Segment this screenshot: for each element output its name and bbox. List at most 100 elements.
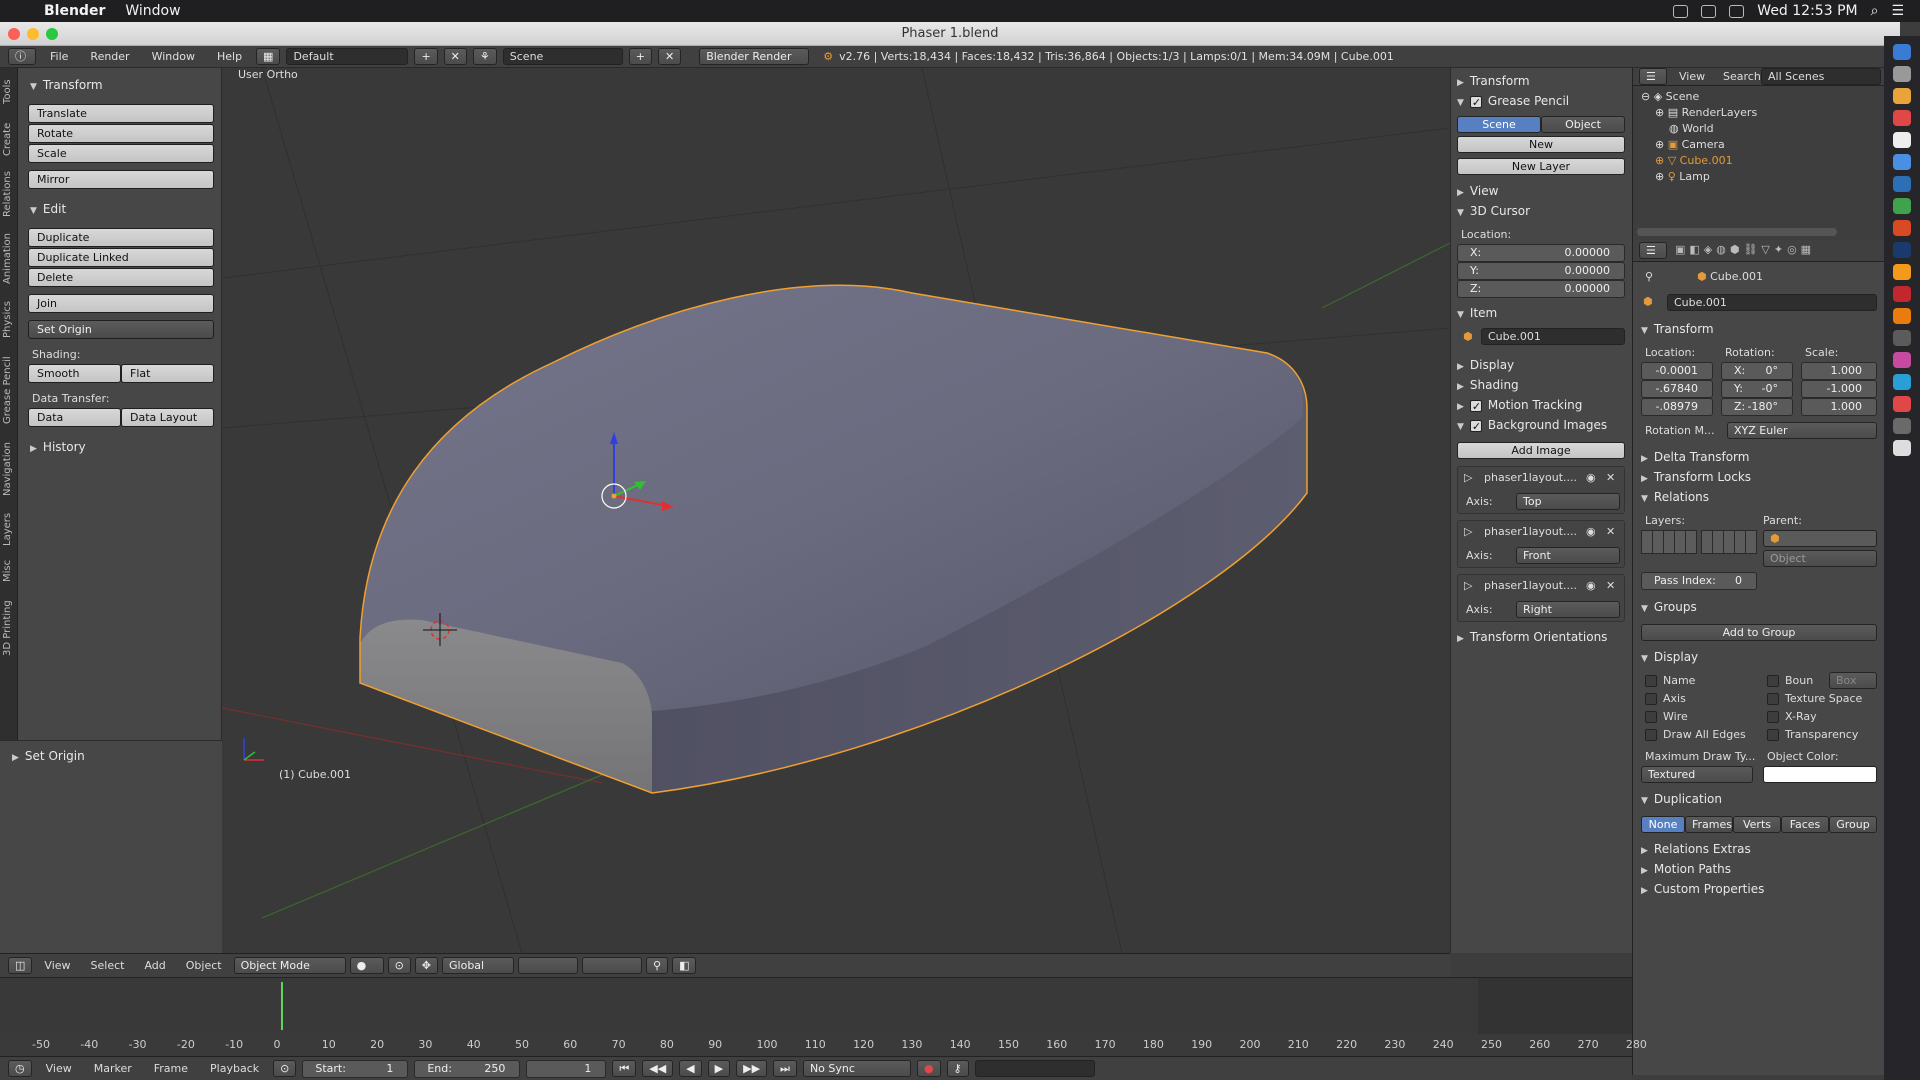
- chrome-icon[interactable]: [1893, 110, 1911, 126]
- clock[interactable]: Wed 12:53 PM: [1757, 3, 1857, 19]
- groups-header[interactable]: ▼ Groups: [1641, 598, 1697, 616]
- expand-icon[interactable]: ▷: [1464, 579, 1472, 592]
- minimize-window-icon[interactable]: [27, 28, 39, 40]
- render-menu[interactable]: Render: [82, 50, 137, 63]
- pivot-icon[interactable]: ⊙: [387, 957, 411, 974]
- axis-select[interactable]: Right: [1516, 601, 1620, 618]
- launchpad-icon[interactable]: [1893, 66, 1911, 82]
- sync-select[interactable]: No Sync: [802, 1060, 911, 1077]
- layers-grid-2[interactable]: [582, 957, 643, 974]
- rotate-button[interactable]: Rotate: [28, 124, 214, 143]
- duplicate-button[interactable]: Duplicate: [28, 228, 214, 247]
- add-to-group-button[interactable]: Add to Group: [1641, 624, 1877, 641]
- draw-all-edges-checkbox[interactable]: Draw All Edges: [1645, 728, 1746, 741]
- display-panel-header[interactable]: ▶ Display: [1457, 356, 1627, 374]
- outliner-renderlayers[interactable]: ⊕ ▤ RenderLayers: [1655, 106, 1757, 119]
- transform-locks-header[interactable]: ▶ Transform Locks: [1641, 468, 1751, 486]
- preview-range-icon[interactable]: ⊙: [273, 1060, 297, 1077]
- name-checkbox[interactable]: Name: [1645, 674, 1695, 687]
- tab-animation[interactable]: Animation: [2, 228, 16, 290]
- calendar-icon[interactable]: [1893, 396, 1911, 412]
- grease-pencil-header[interactable]: ▼Grease Pencil: [1457, 92, 1627, 112]
- eye-icon[interactable]: ◉: [1586, 525, 1596, 538]
- timeline-area[interactable]: [0, 978, 1632, 1034]
- set-origin-select[interactable]: Set Origin: [28, 320, 214, 339]
- add-scene-icon[interactable]: +: [628, 48, 652, 65]
- location-z-field[interactable]: -.08979: [1641, 398, 1713, 416]
- n-transform-header[interactable]: ▶ Transform: [1457, 72, 1627, 90]
- window-menu[interactable]: Window: [125, 3, 180, 19]
- object-color-swatch[interactable]: [1763, 766, 1877, 783]
- blender-icon[interactable]: [1893, 308, 1911, 324]
- help-menu[interactable]: Help: [209, 50, 250, 63]
- prev-keyframe-icon[interactable]: ◀◀: [642, 1060, 674, 1077]
- illustrator-icon[interactable]: [1893, 264, 1911, 280]
- motion-tracking-header[interactable]: ▶Motion Tracking: [1457, 396, 1627, 416]
- jump-start-icon[interactable]: ⏮: [612, 1060, 637, 1077]
- translate-button[interactable]: Translate: [28, 104, 214, 123]
- relations-header[interactable]: ▼ Relations: [1641, 488, 1709, 506]
- trash-icon[interactable]: [1893, 440, 1911, 456]
- outliner-camera[interactable]: ⊕ ▣ Camera: [1655, 138, 1725, 151]
- shading-panel-header[interactable]: ▶ Shading: [1457, 376, 1627, 394]
- dup-faces-button[interactable]: Faces: [1781, 816, 1829, 833]
- rotation-mode-select[interactable]: XYZ Euler: [1727, 422, 1877, 439]
- timeline-type-icon[interactable]: ◷: [8, 1060, 32, 1077]
- axis-select[interactable]: Front: [1516, 547, 1620, 564]
- tab-tools[interactable]: Tools: [2, 72, 16, 112]
- dropbox-icon[interactable]: [1673, 4, 1689, 18]
- snap-icon[interactable]: ⚲: [646, 957, 669, 974]
- scale-x-field[interactable]: 1.000: [1801, 362, 1877, 380]
- zoom-window-icon[interactable]: [46, 28, 58, 40]
- itunes-icon[interactable]: [1893, 352, 1911, 368]
- play-icon[interactable]: ▶: [707, 1060, 731, 1077]
- current-frame-marker[interactable]: [281, 982, 283, 1030]
- eye-icon[interactable]: ◉: [1586, 471, 1596, 484]
- rotation-z-field[interactable]: Z: -180°: [1721, 398, 1793, 416]
- add-image-button[interactable]: Add Image: [1457, 442, 1625, 459]
- play-reverse-icon[interactable]: ◀: [679, 1060, 702, 1077]
- expand-icon[interactable]: ▷: [1464, 471, 1472, 484]
- cursor-y-field[interactable]: Y: 0.00000: [1457, 262, 1625, 280]
- tab-layers[interactable]: Layers: [2, 508, 16, 550]
- remove-layout-icon[interactable]: ✕: [443, 48, 467, 65]
- volume-icon[interactable]: [1729, 4, 1745, 18]
- skype-icon[interactable]: [1893, 374, 1911, 390]
- tab-relations[interactable]: Relations: [2, 166, 16, 222]
- view-menu[interactable]: View: [36, 959, 78, 972]
- frame-menu[interactable]: Frame: [146, 1062, 196, 1075]
- search-icon[interactable]: ⌕: [1871, 3, 1879, 19]
- pass-index-field[interactable]: Pass Index: 0: [1641, 572, 1757, 590]
- delta-transform-header[interactable]: ▶ Delta Transform: [1641, 448, 1749, 466]
- wifi-icon[interactable]: [1701, 4, 1717, 18]
- pin-icon[interactable]: ⚲: [1645, 270, 1653, 283]
- custom-properties-header[interactable]: ▶ Custom Properties: [1641, 880, 1764, 898]
- current-frame-field[interactable]: 1: [526, 1059, 607, 1078]
- new-layer-button[interactable]: New Layer: [1457, 158, 1625, 175]
- photoshop-icon[interactable]: [1893, 242, 1911, 258]
- location-y-field[interactable]: -.67840: [1641, 380, 1713, 398]
- layer-grid-1[interactable]: [1641, 530, 1697, 554]
- cursor-panel-header[interactable]: ▼ 3D Cursor: [1457, 202, 1627, 220]
- parent-type-select[interactable]: Object: [1763, 550, 1877, 567]
- item-name-field[interactable]: Cube.001: [1481, 328, 1625, 345]
- edit-panel-header[interactable]: ▼ Edit: [30, 200, 66, 218]
- max-draw-type-select[interactable]: Textured: [1641, 766, 1753, 783]
- scale-z-field[interactable]: 1.000: [1801, 398, 1877, 416]
- cube-mesh[interactable]: [359, 284, 1308, 794]
- acrobat-icon[interactable]: [1893, 286, 1911, 302]
- finder-icon[interactable]: [1893, 44, 1911, 60]
- outliner-type-icon[interactable]: ☰: [1639, 68, 1667, 85]
- scale-y-field[interactable]: -1.000: [1801, 380, 1877, 398]
- delete-button[interactable]: Delete: [28, 268, 214, 287]
- dup-none-button[interactable]: None: [1641, 816, 1685, 833]
- flat-button[interactable]: Flat: [121, 364, 214, 383]
- data-layout-button[interactable]: Data Layout: [121, 408, 214, 427]
- keying-set-field[interactable]: [974, 1060, 1095, 1077]
- texture-space-checkbox[interactable]: Texture Space: [1767, 692, 1862, 705]
- transform-orientations-header[interactable]: ▶ Transform Orientations: [1457, 628, 1627, 646]
- tab-navigation[interactable]: Navigation: [2, 436, 16, 502]
- tab-grease-pencil[interactable]: Grease Pencil: [2, 350, 16, 430]
- playback-menu[interactable]: Playback: [202, 1062, 267, 1075]
- scene-field[interactable]: Scene: [502, 48, 623, 65]
